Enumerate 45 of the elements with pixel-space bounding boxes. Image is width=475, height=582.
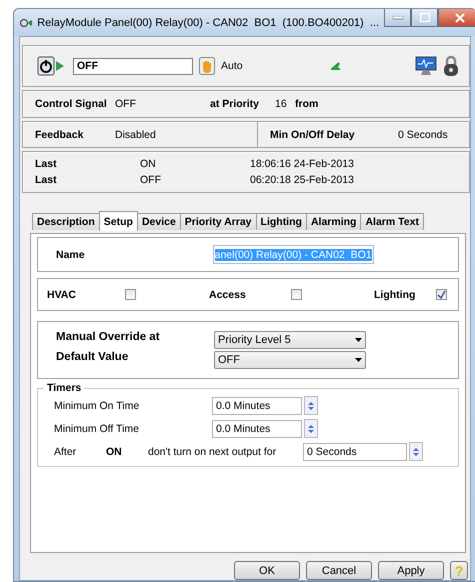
category-label: Lighting bbox=[374, 288, 416, 300]
after-text: don't turn on next output for bbox=[148, 446, 278, 458]
dropdown[interactable]: Priority Level 5 bbox=[214, 331, 366, 349]
dialog-button[interactable]: Cancel bbox=[306, 561, 372, 580]
history-label: Last bbox=[35, 174, 58, 186]
timer-field[interactable]: 0.0 Minutes bbox=[212, 420, 302, 438]
timer-field[interactable]: 0.0 Minutes bbox=[212, 396, 302, 414]
present-value-field[interactable]: OFF bbox=[73, 58, 193, 74]
priority-label: at Priority bbox=[210, 98, 260, 110]
feedback-value: Disabled bbox=[115, 128, 156, 140]
history-label: Last bbox=[35, 158, 58, 170]
timers-legend: Timers bbox=[44, 382, 84, 394]
tab[interactable]: Alarm Text bbox=[360, 213, 424, 230]
timer-label: Minimum On Time bbox=[54, 400, 140, 412]
dialog-button[interactable]: Apply bbox=[378, 561, 444, 580]
delay-label: Min On/Off Delay bbox=[270, 128, 356, 140]
priority-value: 16 bbox=[275, 98, 288, 110]
dropdown-label: Default Value bbox=[56, 351, 130, 365]
delay-value: 0 Seconds bbox=[398, 128, 448, 140]
tab[interactable]: Device bbox=[136, 213, 181, 230]
delay-field[interactable]: 0 Seconds bbox=[303, 442, 407, 460]
after-label: After bbox=[54, 446, 78, 458]
dropdown-label: Manual Override at bbox=[56, 331, 161, 345]
tab[interactable]: Lighting bbox=[256, 213, 307, 230]
after-state: ON bbox=[106, 446, 123, 458]
feedback-label: Feedback bbox=[35, 128, 84, 140]
name-label: Name bbox=[56, 248, 85, 260]
mode-label: Auto bbox=[221, 60, 243, 72]
from-label: from bbox=[295, 98, 318, 110]
window-title: RelayModule Panel(00) Relay(00) - CAN02 BO1 (100.BO400201) ... bbox=[37, 16, 379, 28]
dropdown[interactable]: OFF bbox=[214, 351, 366, 369]
tab[interactable]: Alarming bbox=[306, 213, 362, 230]
category-label: Access bbox=[209, 288, 247, 300]
history-time: 06:20:18 25-Feb-2013 bbox=[250, 174, 355, 186]
control-signal-value: OFF bbox=[115, 98, 137, 110]
control-signal-label: Control Signal bbox=[35, 98, 108, 110]
tab[interactable]: Priority Array bbox=[180, 213, 257, 230]
category-label: HVAC bbox=[47, 288, 77, 300]
tab[interactable]: Description bbox=[32, 213, 100, 230]
history-time: 18:06:16 24-Feb-2013 bbox=[250, 158, 355, 170]
history-state: OFF bbox=[140, 174, 162, 186]
dialog-button[interactable]: OK bbox=[234, 561, 300, 580]
tab[interactable]: Setup bbox=[98, 211, 138, 231]
history-state: ON bbox=[140, 158, 157, 170]
timer-label: Minimum Off Time bbox=[54, 422, 140, 434]
